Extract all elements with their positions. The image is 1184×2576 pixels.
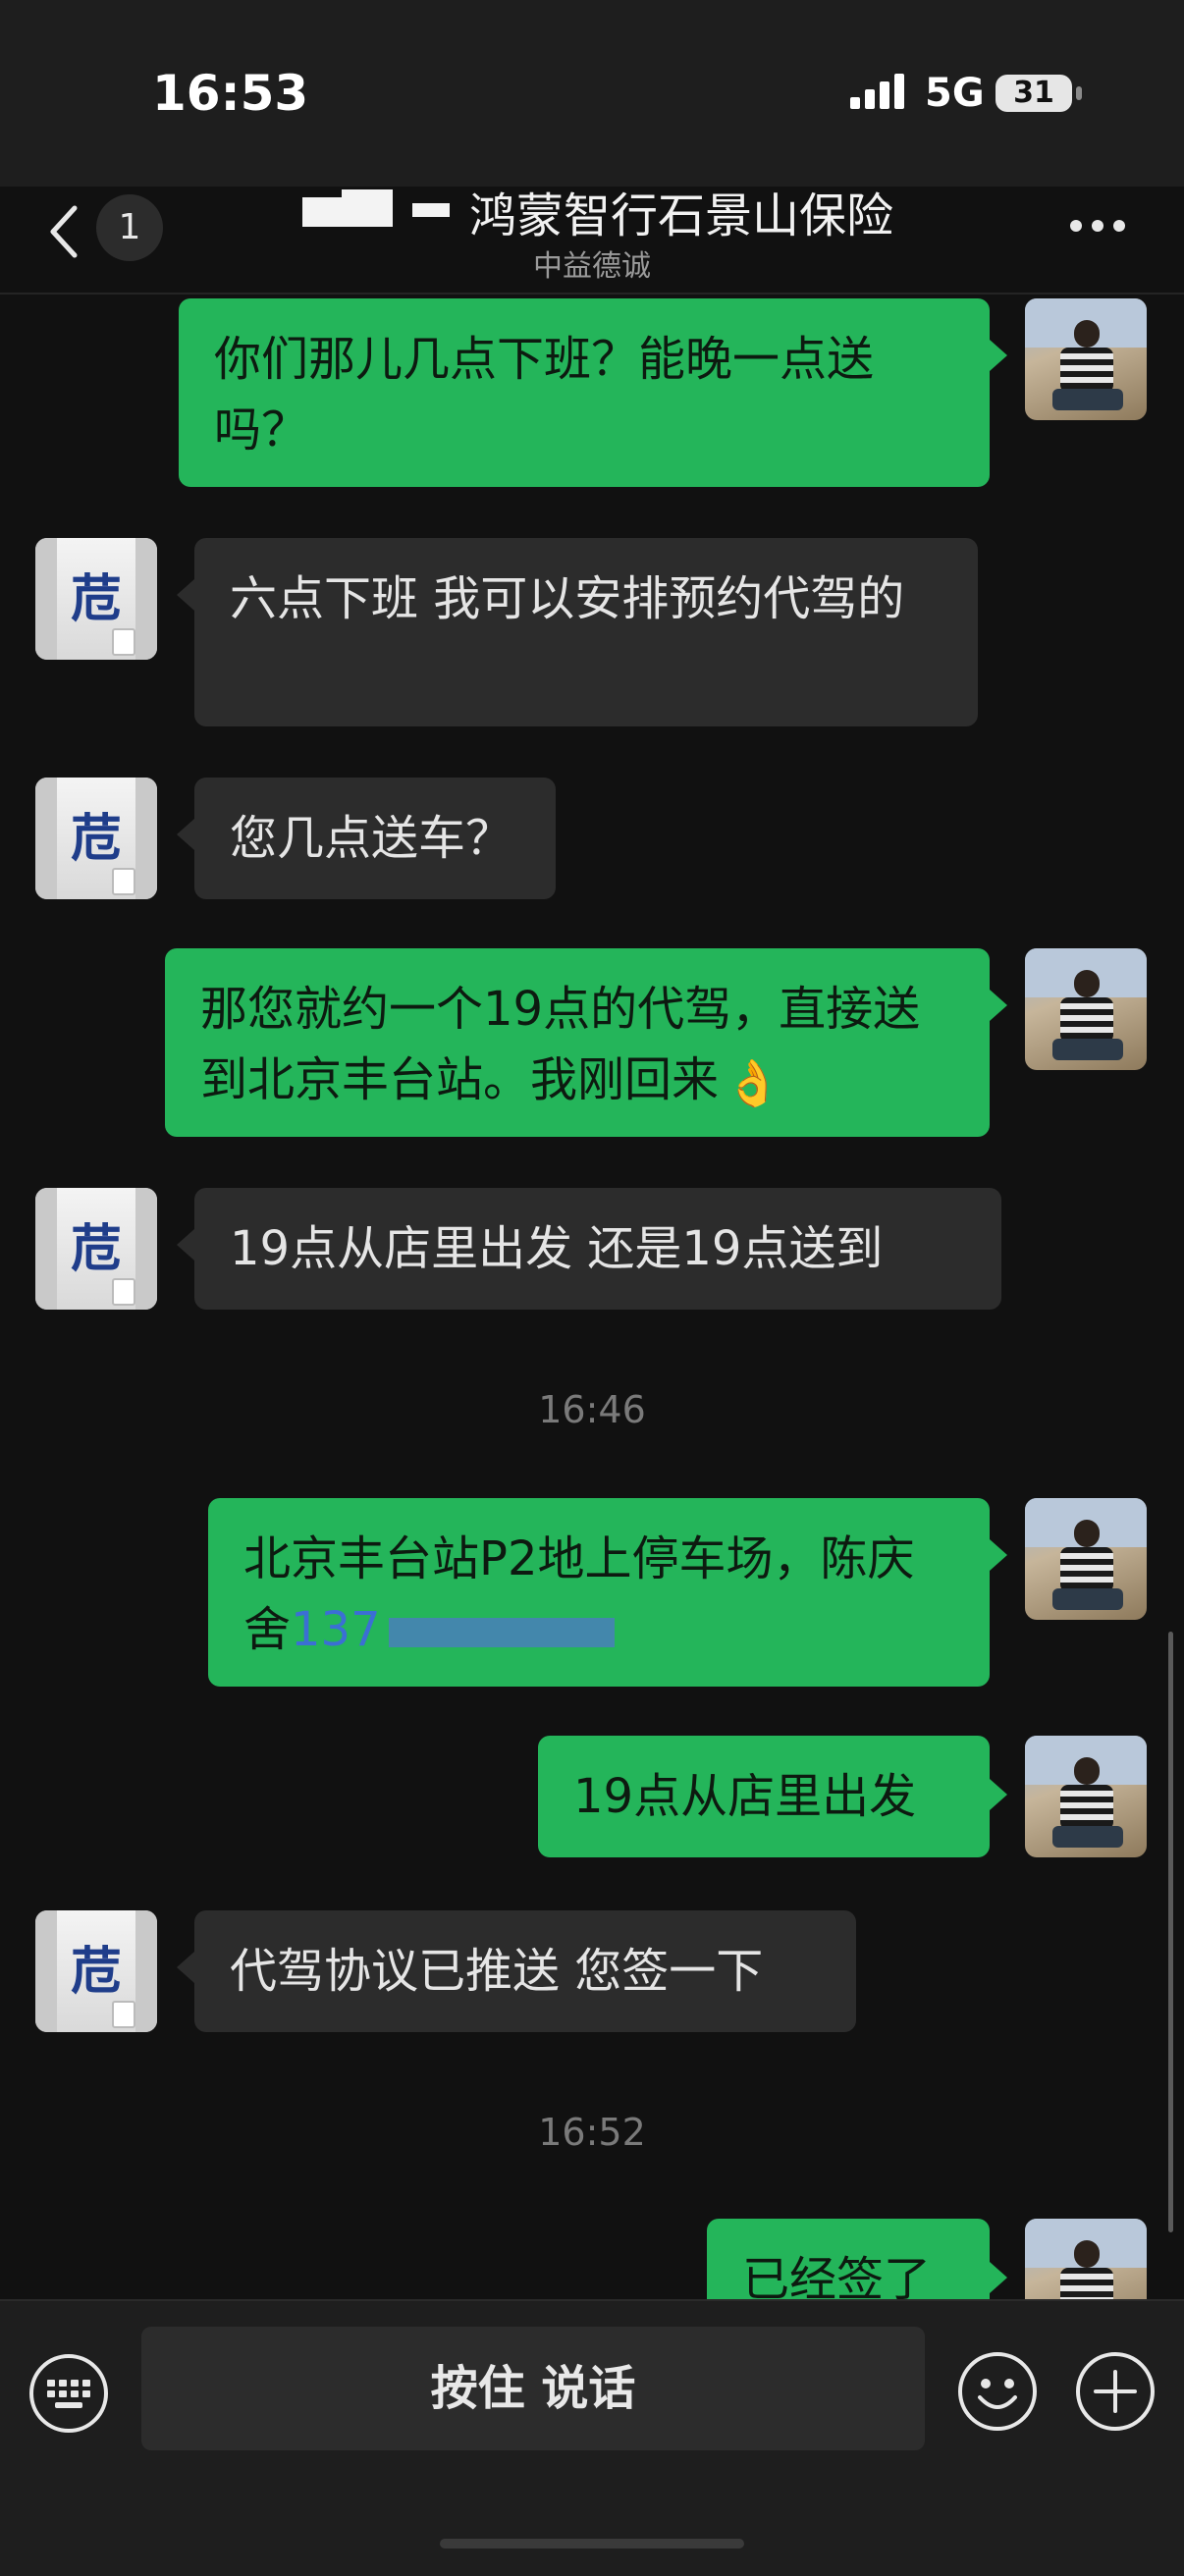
- message-bubble-outgoing[interactable]: 那您就约一个19点的代驾，直接送到北京丰台站。我刚回来 👌: [165, 948, 990, 1137]
- keyboard-icon[interactable]: [27, 2352, 110, 2435]
- message-text: 19点从店里出发 还是19点送到: [230, 1221, 884, 1276]
- home-indicator[interactable]: [440, 2539, 744, 2549]
- plus-icon[interactable]: [1074, 2350, 1157, 2433]
- bubble-tail: [990, 990, 1007, 1021]
- phone-number-partial[interactable]: 137: [291, 1602, 381, 1657]
- message-bubble-outgoing[interactable]: 北京丰台站P2地上停车场，陈庆舍137: [208, 1498, 990, 1687]
- battery-icon: 31: [996, 75, 1072, 112]
- contact-avatar[interactable]: 苊: [35, 778, 157, 899]
- more-dots-icon[interactable]: [1068, 218, 1127, 234]
- my-avatar[interactable]: [1025, 2219, 1147, 2299]
- message-text: 你们那儿几点下班？能晚一点送吗？: [214, 332, 875, 457]
- bubble-tail: [177, 579, 194, 611]
- message-bubble-incoming[interactable]: 六点下班 我可以安排预约代驾的: [194, 538, 978, 726]
- message-bubble-outgoing[interactable]: 已经签了: [707, 2219, 990, 2299]
- message-bubble-incoming[interactable]: 您几点送车？: [194, 778, 556, 899]
- chat-title-area[interactable]: 鸿蒙智行石景山保险: [255, 177, 929, 245]
- message-text: 代驾协议已推送 您签一下: [230, 1944, 764, 1999]
- bubble-tail: [990, 1779, 1007, 1810]
- input-bar: 按住 说话: [0, 2299, 1184, 2576]
- bubble-tail: [990, 2262, 1007, 2293]
- message-list[interactable]: 你们那儿几点下班？能晚一点送吗？ 苊 六点下班 我可以安排预约代驾的 苊 您几点…: [0, 295, 1184, 2299]
- message-bubble-outgoing[interactable]: 19点从店里出发: [538, 1736, 990, 1857]
- message-text: 已经签了: [742, 2252, 932, 2299]
- scrollbar[interactable]: [1168, 1632, 1173, 2232]
- cellular-signal-icon: [850, 74, 904, 109]
- ok-hand-emoji: 👌: [725, 1056, 781, 1109]
- bubble-tail: [177, 1229, 194, 1261]
- network-type: 5G: [925, 71, 985, 116]
- my-avatar[interactable]: [1025, 1498, 1147, 1620]
- bubble-tail: [990, 340, 1007, 371]
- bubble-tail: [177, 819, 194, 850]
- status-time: 16:53: [152, 65, 309, 122]
- battery-nub: [1076, 86, 1082, 100]
- redacted-name: [291, 189, 457, 233]
- smiley-icon[interactable]: [956, 2350, 1039, 2433]
- my-avatar[interactable]: [1025, 298, 1147, 420]
- message-text: 您几点送车？: [230, 811, 513, 866]
- bubble-tail: [177, 1952, 194, 1983]
- my-avatar[interactable]: [1025, 948, 1147, 1070]
- contact-avatar[interactable]: 苊: [35, 1188, 157, 1310]
- contact-avatar[interactable]: 苊: [35, 1910, 157, 2032]
- message-text: 那您就约一个19点的代驾，直接送到北京丰台站。我刚回来: [200, 982, 921, 1107]
- timestamp: 16:46: [538, 1388, 646, 1431]
- message-bubble-incoming[interactable]: 代驾协议已推送 您签一下: [194, 1910, 856, 2032]
- timestamp: 16:52: [538, 2111, 646, 2154]
- chevron-left-icon[interactable]: [45, 202, 84, 261]
- chat-subtitle: 中益德诚: [533, 249, 651, 284]
- message-bubble-incoming[interactable]: 19点从店里出发 还是19点送到: [194, 1188, 1001, 1310]
- message-text: 19点从店里出发: [573, 1769, 917, 1824]
- message-bubble-outgoing[interactable]: 你们那儿几点下班？能晚一点送吗？: [179, 298, 990, 487]
- redacted-phone: [388, 1618, 615, 1647]
- unread-count-badge[interactable]: 1: [96, 194, 163, 261]
- bubble-tail: [990, 1539, 1007, 1571]
- hold-to-talk-button[interactable]: 按住 说话: [141, 2327, 925, 2450]
- message-text: 六点下班 我可以安排预约代驾的: [230, 571, 905, 626]
- contact-avatar[interactable]: 苊: [35, 538, 157, 660]
- my-avatar[interactable]: [1025, 1736, 1147, 1857]
- chat-title: 鸿蒙智行石景山保险: [468, 188, 893, 243]
